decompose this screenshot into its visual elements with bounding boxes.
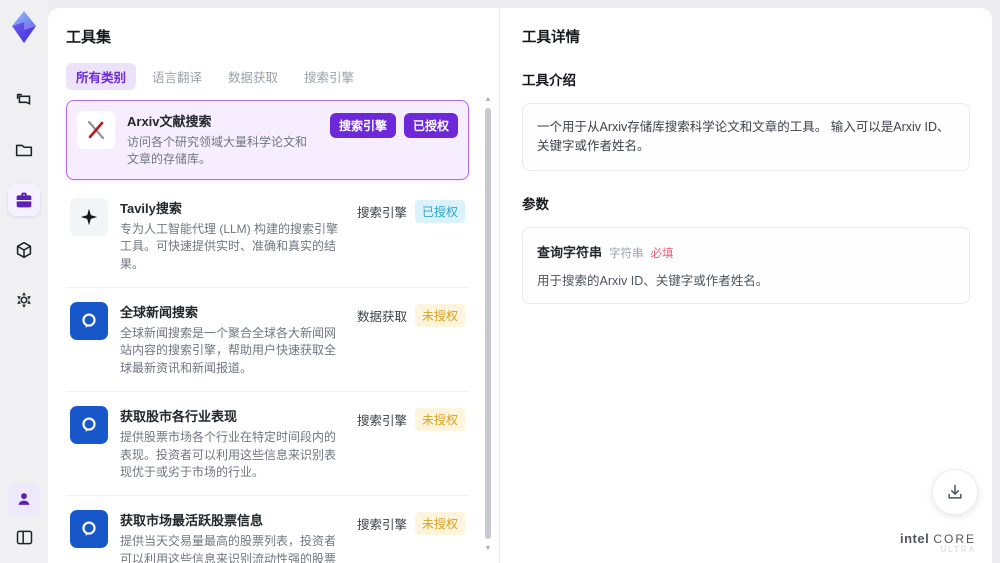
settings-icon (13, 289, 35, 311)
user-icon (14, 489, 34, 509)
news-app-logo-icon (70, 406, 108, 445)
sidebar-item-tools[interactable] (8, 184, 40, 216)
params-heading: 参数 (522, 196, 549, 212)
tool-details-panel: 工具详情 工具介绍 一个用于从Arxiv存储库搜索科学论文和文章的工具。 输入可… (500, 8, 992, 563)
tool-name: Tavily搜索 (120, 200, 182, 216)
tool-card-global-news[interactable]: 全球新闻搜索 全球新闻搜索是一个聚合全球各大新闻网站内容的搜索引擎，帮助用户快速… (66, 288, 469, 393)
sidebar-item-panel-toggle[interactable] (8, 521, 40, 553)
tool-card-most-active-stocks[interactable]: 获取市场最活跃股票信息 提供当天交易量最高的股票列表，投资者可以利用这些信息来识… (66, 496, 469, 563)
tab-language-translation[interactable]: 语言翻译 (142, 63, 212, 90)
tab-all-categories[interactable]: 所有类别 (66, 63, 137, 90)
brand-core-text: core (933, 531, 976, 546)
folder-icon (13, 139, 35, 161)
sidebar-item-chat[interactable] (8, 84, 40, 116)
auth-status-badge: 未授权 (414, 408, 465, 432)
param-description: 用于搜索的Arxiv ID、关键字或作者姓名。 (537, 273, 769, 288)
brand-ultra-text: ultra (940, 545, 976, 555)
tool-card-arxiv[interactable]: Arxiv文献搜索 访问各个研究领域大量科学论文和文章的存储库。 搜索引擎 已授… (66, 100, 469, 180)
news-app-logo-icon (70, 510, 108, 549)
scrollbar-thumb[interactable] (485, 108, 491, 539)
auth-status-badge: 已授权 (414, 199, 465, 223)
tool-description: 访问各个研究领域大量科学论文和文章的存储库。 (127, 135, 308, 167)
cube-icon (13, 239, 35, 261)
arxiv-logo-icon (77, 111, 115, 149)
brand-intel-text: intel (899, 530, 930, 546)
category-badge: 搜索引擎 (329, 113, 396, 138)
news-app-logo-icon (70, 301, 108, 340)
category-label: 数据获取 (356, 309, 407, 324)
sidebar-item-plugins[interactable] (8, 234, 40, 266)
left-sidebar (0, 0, 48, 563)
app-logo (9, 10, 39, 44)
intro-heading: 工具介绍 (522, 73, 576, 88)
param-type: 字符串 (609, 247, 644, 260)
panel-toggle-icon (14, 527, 35, 548)
tool-name: Arxiv文献搜索 (127, 114, 212, 129)
tab-data-fetch[interactable]: 数据获取 (218, 63, 288, 90)
page-title: 工具集 (66, 29, 112, 46)
scroll-up-arrow[interactable]: ▲ (484, 96, 492, 104)
toolbox-icon (13, 189, 35, 211)
param-name: 查询字符串 (537, 244, 603, 260)
tool-name: 全球新闻搜索 (120, 304, 199, 320)
param-card: 查询字符串 字符串 必填 用于搜索的Arxiv ID、关键字或作者姓名。 (522, 226, 970, 304)
details-title: 工具详情 (522, 30, 580, 46)
category-label: 搜索引擎 (356, 205, 407, 220)
tool-description: 全球新闻搜索是一个聚合全球各大新闻网站内容的搜索引擎，帮助用户快速获取全球最新资… (120, 325, 337, 375)
tool-card-list: Arxiv文献搜索 访问各个研究领域大量科学论文和文章的存储库。 搜索引擎 已授… (66, 100, 481, 563)
tool-card-tavily[interactable]: Tavily搜索 专为人工智能代理 (LLM) 构建的搜索引擎工具。可快速提供实… (66, 184, 469, 288)
auth-status-badge: 已授权 (403, 113, 458, 138)
scroll-down-arrow[interactable]: ▼ (484, 545, 492, 553)
tool-intro-text: 一个用于从Arxiv存储库搜索科学论文和文章的工具。 输入可以是Arxiv ID… (522, 103, 970, 171)
tool-name: 获取市场最活跃股票信息 (120, 513, 264, 529)
auth-status-badge: 未授权 (414, 512, 465, 536)
intel-core-logo: intel core ultra (899, 530, 976, 555)
sidebar-item-account[interactable] (8, 483, 40, 515)
tool-description: 提供股票市场各个行业在特定时间段内的表现。投资者可以利用这些信息来识别表现优于或… (120, 430, 337, 479)
category-label: 搜索引擎 (356, 414, 407, 429)
tools-list-panel: 工具集 所有类别 语言翻译 数据获取 搜索引擎 Arxiv文献搜索 访问各个研究… (48, 8, 500, 563)
tool-description: 专为人工智能代理 (LLM) 构建的搜索引擎工具。可快速提供实时、准确和真实的结… (120, 221, 339, 271)
tab-search-engine[interactable]: 搜索引擎 (294, 63, 364, 90)
tool-description: 提供当天交易量最高的股票列表，投资者可以利用这些信息来识别流动性强的股票和潜在的… (120, 534, 337, 563)
category-label: 搜索引擎 (356, 518, 407, 533)
download-button[interactable] (932, 469, 978, 515)
chat-icon (13, 89, 35, 111)
tool-name: 获取股市各行业表现 (120, 409, 238, 425)
param-required-flag: 必填 (650, 247, 674, 260)
category-tabs: 所有类别 语言翻译 数据获取 搜索引擎 (66, 63, 481, 90)
sidebar-item-files[interactable] (8, 134, 40, 166)
tool-card-sector-performance[interactable]: 获取股市各行业表现 提供股票市场各个行业在特定时间段内的表现。投资者可以利用这些… (66, 392, 469, 497)
sparkle-logo-icon (70, 197, 108, 236)
auth-status-badge: 未授权 (414, 303, 465, 327)
sidebar-item-settings[interactable] (8, 284, 40, 316)
download-icon (945, 482, 965, 502)
main-panel: 工具集 所有类别 语言翻译 数据获取 搜索引擎 Arxiv文献搜索 访问各个研究… (48, 8, 992, 563)
list-scrollbar[interactable]: ▲ ▼ (484, 96, 492, 553)
